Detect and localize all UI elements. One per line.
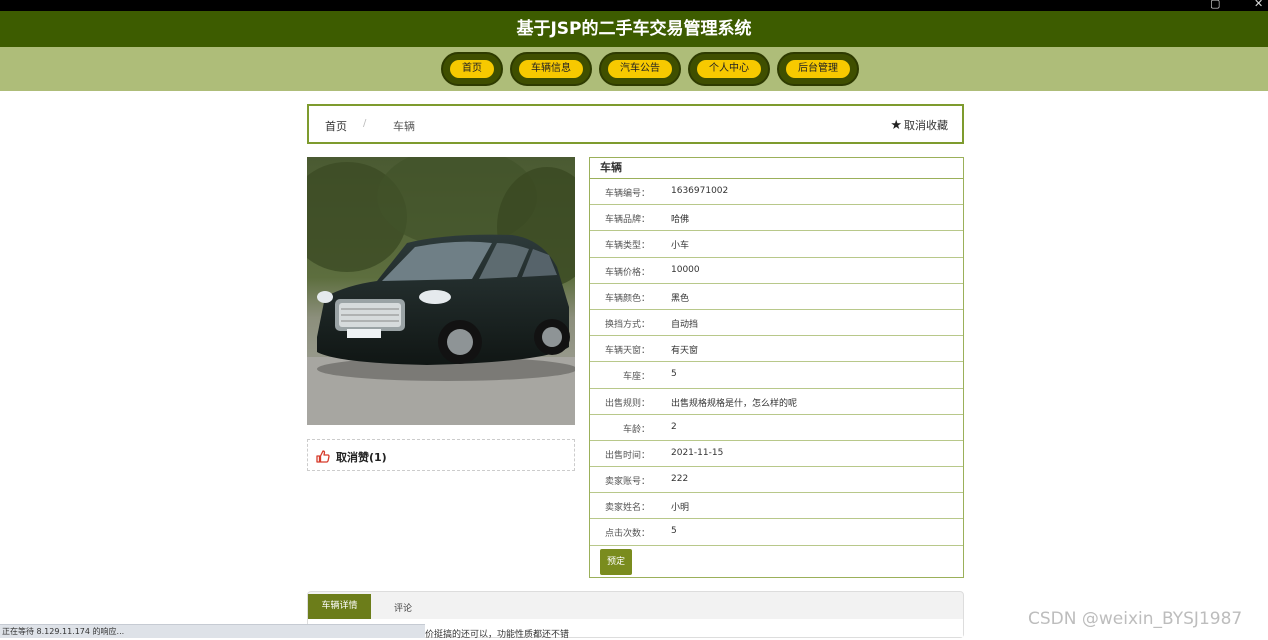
unlike-label: 取消赞(1) — [336, 451, 387, 464]
info-label: 出售时间： — [604, 450, 650, 461]
info-value: 小明 — [671, 503, 690, 514]
site-header: 基于JSP的二手车交易管理系统 — [0, 11, 1268, 47]
info-value: 222 — [671, 474, 689, 485]
tab-content-text: 价挺搞的还可以，功能性质都还不错 — [425, 630, 570, 640]
nav-vehicles[interactable]: 车辆信息 — [510, 52, 592, 86]
info-value: 5 — [671, 369, 677, 380]
info-value: 自动挡 — [671, 319, 699, 330]
vehicle-info-panel: 车辆 车辆编号： 1636971002 车辆品牌： 哈佛 车辆类型： 小车 车辆价格：… — [589, 157, 964, 578]
thumbs-up-icon — [316, 448, 330, 467]
info-value: 2 — [671, 421, 677, 432]
info-row: 卖家姓名： 小明 — [590, 493, 963, 520]
restore-icon[interactable]: ▢ — [1210, 0, 1220, 10]
star-icon: ★ — [890, 117, 902, 133]
info-label: 车辆类型： — [604, 241, 650, 252]
info-row: 车辆类型： 小车 — [590, 231, 963, 258]
nav-personal-center[interactable]: 个人中心 — [688, 52, 770, 86]
tab-vehicle-details[interactable]: 车辆详情 — [308, 594, 371, 619]
info-value: 1636971002 — [671, 186, 729, 196]
nav-announcements-label[interactable]: 汽车公告 — [608, 60, 672, 78]
info-row: 车辆天窗： 有天窗 — [590, 336, 963, 363]
info-value: 10000 — [671, 264, 700, 275]
info-row: 点击次数： 5 — [590, 519, 963, 546]
info-value: 哈佛 — [671, 215, 690, 226]
nav-personal-center-label[interactable]: 个人中心 — [697, 60, 761, 78]
unfavorite-button[interactable]: ★ 取消收藏 — [890, 117, 948, 133]
info-row: 换挡方式： 自动挡 — [590, 310, 963, 337]
info-label: 车辆天窗： — [604, 346, 650, 357]
main-nav: 首页 车辆信息 汽车公告 个人中心 后台管理 — [0, 47, 1268, 91]
info-label: 车辆编号： — [604, 189, 650, 199]
info-label: 车辆颜色： — [604, 293, 650, 304]
tab-comments[interactable]: 评论 — [394, 601, 412, 614]
info-value: 小车 — [671, 241, 690, 252]
info-row: 出售时间： 2021-11-15 — [590, 441, 963, 468]
info-label: 车辆品牌： — [604, 215, 650, 226]
nav-vehicles-label[interactable]: 车辆信息 — [519, 60, 583, 78]
site-title: 基于JSP的二手车交易管理系统 — [516, 19, 752, 39]
info-row: 卖家账号： 222 — [590, 467, 963, 494]
info-label: 卖家账号： — [604, 477, 650, 488]
info-label: 车辆价格： — [604, 267, 650, 278]
info-row: 车辆颜色： 黑色 — [590, 284, 963, 310]
info-label: 换挡方式： — [604, 319, 650, 330]
info-label: 卖家姓名： — [604, 503, 650, 514]
nav-admin-label[interactable]: 后台管理 — [786, 60, 850, 78]
info-label: 车座： — [622, 372, 650, 383]
info-label: 出售规则： — [604, 398, 650, 409]
info-row: 车辆价格： 10000 — [590, 258, 963, 284]
info-row: 出售规则： 出售规格规格是什，怎么样的呢 — [590, 389, 963, 415]
nav-announcements[interactable]: 汽车公告 — [599, 52, 681, 86]
close-icon[interactable]: ✕ — [1254, 0, 1263, 10]
info-value: 2021-11-15 — [671, 447, 724, 458]
info-value: 有天窗 — [671, 346, 699, 357]
unfavorite-label: 取消收藏 — [904, 119, 948, 132]
nav-home-label[interactable]: 首页 — [450, 60, 494, 78]
info-value: 黑色 — [671, 293, 690, 304]
info-row: 车辆编号： 1636971002 — [590, 179, 963, 206]
status-text: 正在等待 8.129.11.174 的响应... — [2, 627, 125, 636]
info-value: 5 — [671, 526, 677, 537]
breadcrumb-separator: / — [363, 118, 367, 129]
book-button[interactable]: 预定 — [600, 549, 632, 575]
breadcrumb: 首页 / 车辆 ★ 取消收藏 — [307, 104, 964, 144]
breadcrumb-current: 车辆 — [393, 120, 415, 133]
info-row: 车辆品牌： 哈佛 — [590, 205, 963, 232]
car-photo — [307, 157, 575, 425]
breadcrumb-home[interactable]: 首页 — [325, 118, 347, 134]
info-value: 出售规格规格是什，怎么样的呢 — [671, 398, 798, 409]
watermark: CSDN @weixin_BYSJ1987 — [1028, 609, 1243, 629]
info-label: 点击次数： — [604, 529, 650, 540]
browser-top-bar — [0, 0, 1268, 11]
nav-home[interactable]: 首页 — [441, 52, 503, 86]
panel-title: 车辆 — [590, 158, 963, 179]
info-row: 车座： 5 — [590, 362, 963, 389]
info-label: 车龄： — [622, 424, 650, 435]
info-row: 车龄： 2 — [590, 415, 963, 441]
unlike-button[interactable]: 取消赞(1) — [307, 439, 575, 471]
nav-admin[interactable]: 后台管理 — [777, 52, 859, 86]
browser-status-bar: 正在等待 8.129.11.174 的响应... — [0, 624, 425, 638]
